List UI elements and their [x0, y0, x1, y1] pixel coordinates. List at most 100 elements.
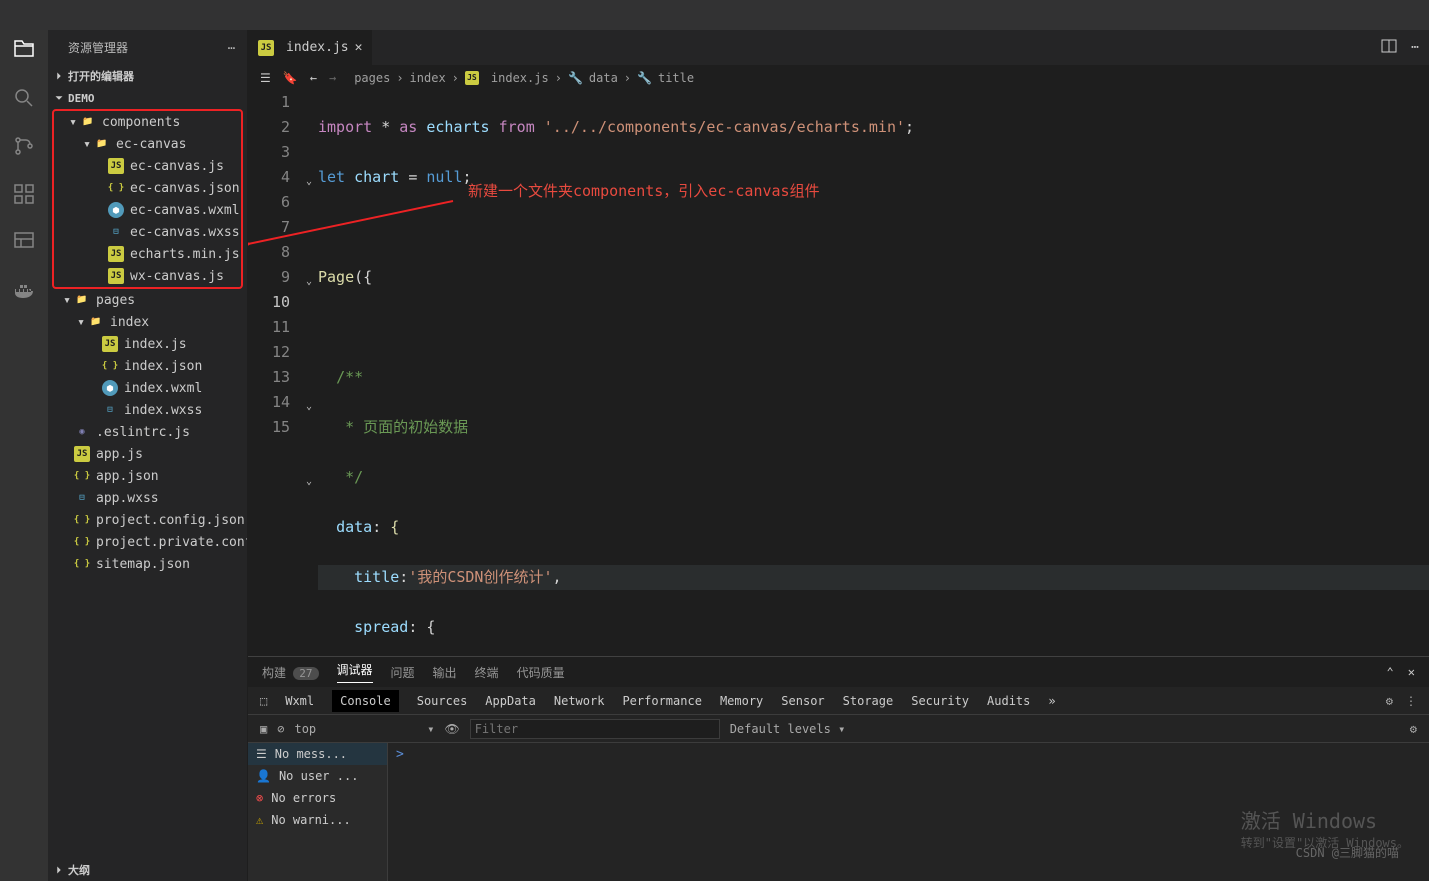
dt-tab[interactable]: Memory	[720, 694, 763, 708]
search-icon[interactable]	[12, 86, 36, 114]
folder-ec-canvas[interactable]: ▾📁ec-canvas	[54, 133, 241, 155]
code-content[interactable]: import * as echarts from '../../componen…	[308, 90, 1429, 656]
csdn-watermark: CSDN @三脚猫的喵	[1296, 844, 1399, 861]
annotation-text: 新建一个文件夹components，引入ec-canvas组件	[468, 180, 820, 201]
more-tabs-icon[interactable]: »	[1048, 694, 1055, 708]
breadcrumb[interactable]: ☰ 🔖 ← → pages › index › JS index.js › 🔧 …	[248, 65, 1429, 90]
back-icon[interactable]: ←	[310, 71, 317, 85]
file-item[interactable]: ⊟ec-canvas.wxss	[54, 221, 241, 243]
file-item[interactable]: { }index.json	[48, 355, 247, 377]
close-icon[interactable]: ✕	[1408, 665, 1415, 679]
more-icon[interactable]: ⋮	[1405, 694, 1417, 708]
file-item[interactable]: ◉.eslintrc.js	[48, 421, 247, 443]
console-sidebar: ☰No mess... 👤No user ... ⊗No errors ⚠No …	[248, 743, 388, 881]
sidebar-title: 资源管理器 ⋯	[48, 30, 247, 65]
levels-select[interactable]: Default levels ▾	[730, 722, 846, 736]
dt-tab[interactable]: Security	[911, 694, 969, 708]
panel-tab[interactable]: 输出	[433, 664, 457, 681]
fold-icon[interactable]: ⌄	[306, 169, 312, 194]
wrench-icon: 🔧	[637, 71, 652, 85]
dt-tab[interactable]: Audits	[987, 694, 1030, 708]
more-icon[interactable]: ⋯	[1411, 40, 1419, 55]
folder-components[interactable]: ▾📁components	[54, 111, 241, 133]
title-bar	[0, 0, 1429, 30]
msg-filter[interactable]: ☰No mess...	[248, 743, 387, 765]
source-control-icon[interactable]	[12, 134, 36, 162]
file-item[interactable]: JSindex.js	[48, 333, 247, 355]
dt-tab[interactable]: Performance	[622, 694, 701, 708]
dt-tab[interactable]: Console	[332, 690, 399, 712]
gear-icon[interactable]: ⚙	[1410, 722, 1417, 736]
context-select[interactable]: top▾	[294, 722, 434, 736]
file-item[interactable]: ⊟app.wxss	[48, 487, 247, 509]
file-item[interactable]: { }ec-canvas.json	[54, 177, 241, 199]
gear-icon[interactable]: ⚙	[1386, 694, 1393, 708]
file-item[interactable]: { }app.json	[48, 465, 247, 487]
dt-tab[interactable]: AppData	[485, 694, 536, 708]
msg-filter[interactable]: ⚠No warni...	[248, 809, 387, 831]
file-item[interactable]: ⊟index.wxss	[48, 399, 247, 421]
file-item[interactable]: JSecharts.min.js	[54, 243, 241, 265]
folder-index[interactable]: ▾📁index	[48, 311, 247, 333]
folder-pages[interactable]: ▾📁pages	[48, 289, 247, 311]
panel-tab[interactable]: 调试器	[337, 661, 373, 683]
warning-icon: ⚠	[256, 813, 263, 827]
devtools-tabs: ⬚ Wxml Console Sources AppData Network P…	[248, 687, 1429, 715]
forward-icon[interactable]: →	[329, 71, 336, 85]
file-item[interactable]: ⬢ec-canvas.wxml	[54, 199, 241, 221]
panel-tab[interactable]: 构建 27	[262, 664, 319, 681]
chevron-up-icon[interactable]: ⌃	[1387, 665, 1394, 679]
fold-icon[interactable]: ⌄	[306, 394, 312, 419]
editor: JS index.js ✕ ⋯ ☰ 🔖 ← → pages › index › …	[248, 30, 1429, 881]
msg-filter[interactable]: ⊗No errors	[248, 787, 387, 809]
section-open-editors[interactable]: 打开的编辑器	[48, 65, 247, 87]
section-outline[interactable]: 大纲	[48, 859, 247, 881]
file-item[interactable]: JSec-canvas.js	[54, 155, 241, 177]
dt-tab[interactable]: Wxml	[285, 694, 314, 708]
list-icon: ☰	[256, 747, 267, 761]
file-item[interactable]: { }project.private.config.js...	[48, 531, 247, 553]
sidebar-toggle-icon[interactable]: ▣	[260, 722, 267, 736]
extensions-icon[interactable]	[12, 182, 36, 210]
eye-icon[interactable]: 👁	[444, 722, 459, 736]
docker-icon[interactable]	[12, 278, 36, 306]
dt-tab[interactable]: Network	[554, 694, 605, 708]
tab-bar: JS index.js ✕ ⋯	[248, 30, 1429, 65]
inspect-icon[interactable]: ⬚	[260, 694, 267, 708]
fold-icon[interactable]: ⌄	[306, 469, 312, 494]
bookmark-icon[interactable]: 🔖	[283, 71, 298, 85]
clear-icon[interactable]: ⊘	[277, 722, 284, 736]
layout-icon[interactable]	[12, 230, 36, 258]
file-tree: ▾📁components ▾📁ec-canvas JSec-canvas.js …	[48, 109, 247, 859]
file-item[interactable]: JSapp.js	[48, 443, 247, 465]
console-toolbar: ▣ ⊘ top▾ 👁 Default levels ▾ ⚙	[248, 715, 1429, 743]
panel-tabs: 构建 27 调试器 问题 输出 终端 代码质量 ⌃ ✕	[248, 657, 1429, 687]
user-icon: 👤	[256, 769, 271, 783]
line-numbers: 12346789101112131415 ⌄ ⌄ ⌄ ⌄	[248, 90, 308, 656]
panel-tab[interactable]: 问题	[391, 664, 415, 681]
panel-tab[interactable]: 终端	[475, 664, 499, 681]
file-item[interactable]: { }sitemap.json	[48, 553, 247, 575]
file-item[interactable]: JSwx-canvas.js	[54, 265, 241, 287]
sidebar: 资源管理器 ⋯ 打开的编辑器 DEMO ▾📁components ▾📁ec-ca…	[48, 30, 248, 881]
dt-tab[interactable]: Storage	[843, 694, 894, 708]
dt-tab[interactable]: Sensor	[781, 694, 824, 708]
file-item[interactable]: ⬢index.wxml	[48, 377, 247, 399]
devtools: ⬚ Wxml Console Sources AppData Network P…	[248, 687, 1429, 881]
js-icon: JS	[258, 40, 274, 56]
panel-tab[interactable]: 代码质量	[517, 664, 565, 681]
list-icon[interactable]: ☰	[260, 71, 271, 85]
msg-filter[interactable]: 👤No user ...	[248, 765, 387, 787]
file-item[interactable]: { }project.config.json	[48, 509, 247, 531]
tab-index-js[interactable]: JS index.js ✕	[248, 30, 373, 65]
fold-icon[interactable]: ⌄	[306, 269, 312, 294]
split-editor-icon[interactable]	[1381, 38, 1397, 58]
filter-input[interactable]	[470, 719, 720, 739]
more-icon[interactable]: ⋯	[228, 41, 235, 55]
explorer-icon[interactable]	[12, 38, 36, 66]
section-demo[interactable]: DEMO	[48, 87, 247, 109]
dt-tab[interactable]: Sources	[417, 694, 468, 708]
close-icon[interactable]: ✕	[355, 40, 363, 55]
wrench-icon: 🔧	[568, 71, 583, 85]
code-editor[interactable]: 12346789101112131415 ⌄ ⌄ ⌄ ⌄ import * as…	[248, 90, 1429, 656]
